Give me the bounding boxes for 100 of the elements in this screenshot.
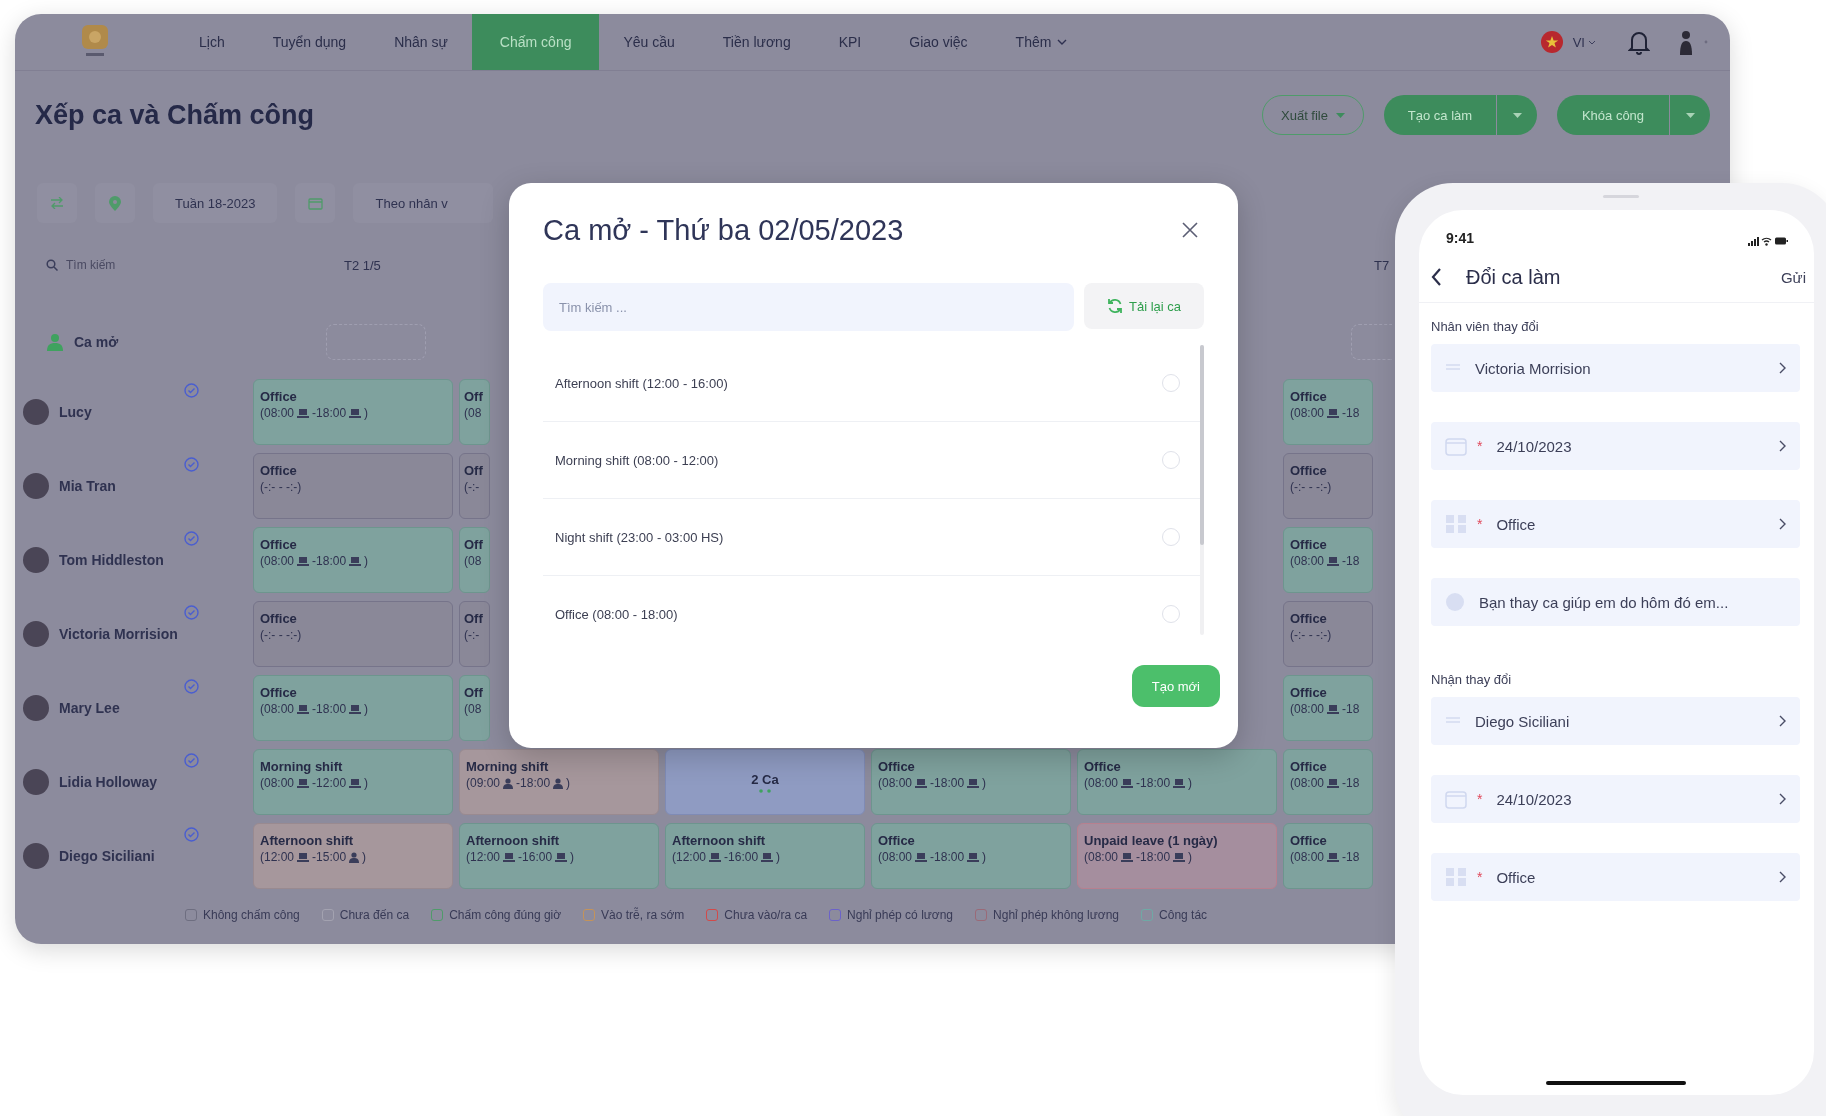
lock-timesheet-menu-button[interactable] — [1670, 95, 1710, 135]
avatar — [23, 843, 49, 869]
shift-cell[interactable]: Office (-:- - -:-) — [1283, 453, 1373, 519]
shift-cell[interactable]: Afternoon shift (12:00 -16:00 ) — [459, 823, 659, 889]
form-field[interactable]: * Office — [1431, 853, 1800, 901]
shift-name: Office — [1290, 463, 1328, 478]
shift-cell[interactable]: Morning shift (08:00 -12:00 ) — [253, 749, 453, 815]
reload-shifts-button[interactable]: Tải lại ca — [1084, 283, 1204, 329]
shift-cell[interactable]: Afternoon shift (12:00 -16:00 ) — [665, 823, 865, 889]
check-circle-icon[interactable] — [184, 531, 199, 546]
shift-cell[interactable]: Office (-:- - -:-) — [253, 453, 453, 519]
location-pin-icon — [109, 195, 121, 211]
shift-search-field[interactable]: Tìm kiếm ... — [543, 283, 1074, 331]
form-field[interactable]: * 24/10/2023 — [1431, 775, 1800, 823]
shift-time: (12:00 — [260, 850, 295, 864]
shift-name: Morning shift — [260, 759, 344, 774]
form-field[interactable]: * 24/10/2023 — [1431, 422, 1800, 470]
refresh-icon — [1107, 298, 1123, 314]
shift-name: Office — [260, 463, 298, 478]
close-button[interactable] — [1180, 220, 1200, 240]
nav-tab[interactable]: Tiền lương — [698, 14, 815, 70]
shift-cell[interactable]: Office (-:- - -:-) — [1283, 601, 1373, 667]
chevron-right-icon — [1779, 440, 1786, 452]
caret-icon — [1336, 112, 1345, 118]
shift-cell[interactable]: Off (-:- — [459, 601, 490, 667]
form-field[interactable]: Bạn thay ca giúp em do hôm đó em... — [1431, 578, 1800, 626]
scrollbar-thumb[interactable] — [1200, 345, 1204, 545]
shift-name: Office — [1290, 389, 1328, 404]
shift-time: ) — [364, 554, 369, 568]
shift-cell[interactable]: Off (08 — [459, 527, 490, 593]
language-selector[interactable]: VI — [1572, 34, 1596, 50]
shift-cell[interactable]: Office (08:00 -18:00 ) — [253, 675, 453, 741]
swap-button[interactable] — [37, 183, 77, 223]
shift-cell[interactable]: Unpaid leave (1 ngày) (08:00 -18:00 ) — [1077, 823, 1277, 889]
nav-tab[interactable]: Chấm công — [471, 14, 600, 70]
user-avatar-icon[interactable] — [1678, 29, 1694, 55]
check-circle-icon[interactable] — [184, 383, 199, 398]
legend-label: Nghỉ phép có lương — [847, 908, 954, 922]
week-picker[interactable]: Tuần 18-2023 — [153, 183, 278, 223]
shift-cell[interactable]: Office (08:00 -18 — [1283, 823, 1373, 889]
shift-cell[interactable]: Morning shift (09:00 -18:00 ) — [459, 749, 659, 815]
check-circle-icon[interactable] — [184, 605, 199, 620]
chevron-down-icon — [1588, 39, 1596, 45]
create-shift-button[interactable]: Tạo ca làm — [1384, 95, 1496, 135]
nav-tab[interactable]: Thêm — [991, 14, 1092, 70]
lock-timesheet-button[interactable]: Khóa công — [1557, 95, 1669, 135]
shift-cell[interactable]: Office (08:00 -18:00 ) — [871, 823, 1071, 889]
form-field[interactable]: Victoria Morrision — [1431, 344, 1800, 392]
shift-cell[interactable]: Office (08:00 -18 — [1283, 749, 1373, 815]
form-field[interactable]: Diego Siciliani — [1431, 697, 1800, 745]
check-circle-icon[interactable] — [184, 457, 199, 472]
shift-cell[interactable]: Office (08:00 -18:00 ) — [253, 379, 453, 445]
shift-cell[interactable]: Office (08:00 -18:00 ) — [253, 527, 453, 593]
shift-time: -18:00 — [1136, 776, 1171, 790]
shift-name: Office — [1290, 759, 1328, 774]
chevron-right-icon — [1779, 793, 1786, 805]
group-by-selector[interactable]: Theo nhân v — [353, 183, 494, 223]
shift-cell[interactable]: Office (08:00 -18 — [1283, 527, 1373, 593]
laptop-icon — [1121, 778, 1134, 788]
shift-cell[interactable]: 2 Ca — [665, 749, 865, 815]
nav-tab[interactable]: Tuyển dụng — [248, 14, 371, 70]
legend-label: Chưa vào/ra ca — [724, 908, 808, 922]
add-shift-slot[interactable] — [1351, 324, 1392, 360]
shift-cell[interactable]: Office (08:00 -18:00 ) — [1077, 749, 1277, 815]
shift-cell[interactable]: Off (08 — [459, 675, 490, 741]
shift-cell[interactable]: Afternoon shift (12:00 -15:00 ) — [253, 823, 453, 889]
shift-option[interactable]: Night shift (23:00 - 03:00 HS) — [543, 499, 1200, 576]
shift-time: (08:00 — [1290, 554, 1325, 568]
check-circle-icon[interactable] — [184, 753, 199, 768]
shift-cell[interactable]: Office (08:00 -18 — [1283, 675, 1373, 741]
send-button[interactable]: Gửi — [1780, 268, 1806, 286]
chevron-right-icon — [1779, 871, 1786, 883]
check-circle-icon[interactable] — [184, 827, 199, 842]
required-mark: * — [1477, 438, 1483, 454]
calendar-button[interactable] — [295, 183, 336, 223]
nav-tab[interactable]: Nhân sự — [370, 14, 472, 70]
bell-icon[interactable] — [1628, 29, 1650, 55]
form-field[interactable]: * Office — [1431, 500, 1800, 548]
location-button[interactable] — [95, 183, 135, 223]
create-shift-menu-button[interactable] — [1497, 95, 1537, 135]
nav-tab[interactable]: KPI — [814, 14, 886, 70]
check-circle-icon[interactable] — [184, 679, 199, 694]
nav-tab[interactable]: Lịch — [175, 14, 249, 70]
nav-tab[interactable]: Yêu cầu — [599, 14, 699, 70]
employee-search-field[interactable]: Tìm kiếm — [64, 257, 218, 273]
shift-time: (08:00 — [1290, 850, 1325, 864]
nav-tab[interactable]: Giao việc — [885, 14, 992, 70]
field-value: Diego Siciliani — [1475, 712, 1570, 730]
shift-time: (-:- — [464, 480, 480, 494]
shift-cell[interactable]: Office (-:- - -:-) — [253, 601, 453, 667]
shift-cell[interactable]: Off (-:- — [459, 453, 490, 519]
shift-option[interactable]: Afternoon shift (12:00 - 16:00) — [543, 345, 1200, 422]
shift-cell[interactable]: Office (08:00 -18:00 ) — [871, 749, 1071, 815]
back-button[interactable] — [1431, 268, 1442, 286]
shift-cell[interactable]: Office (08:00 -18 — [1283, 379, 1373, 445]
avatar — [23, 473, 49, 499]
laptop-icon — [297, 852, 310, 862]
shift-time: (-:- - -:-) — [1290, 628, 1332, 642]
employee-name: Mia Tran — [59, 478, 116, 494]
shift-cell[interactable]: Off (08 — [459, 379, 490, 445]
